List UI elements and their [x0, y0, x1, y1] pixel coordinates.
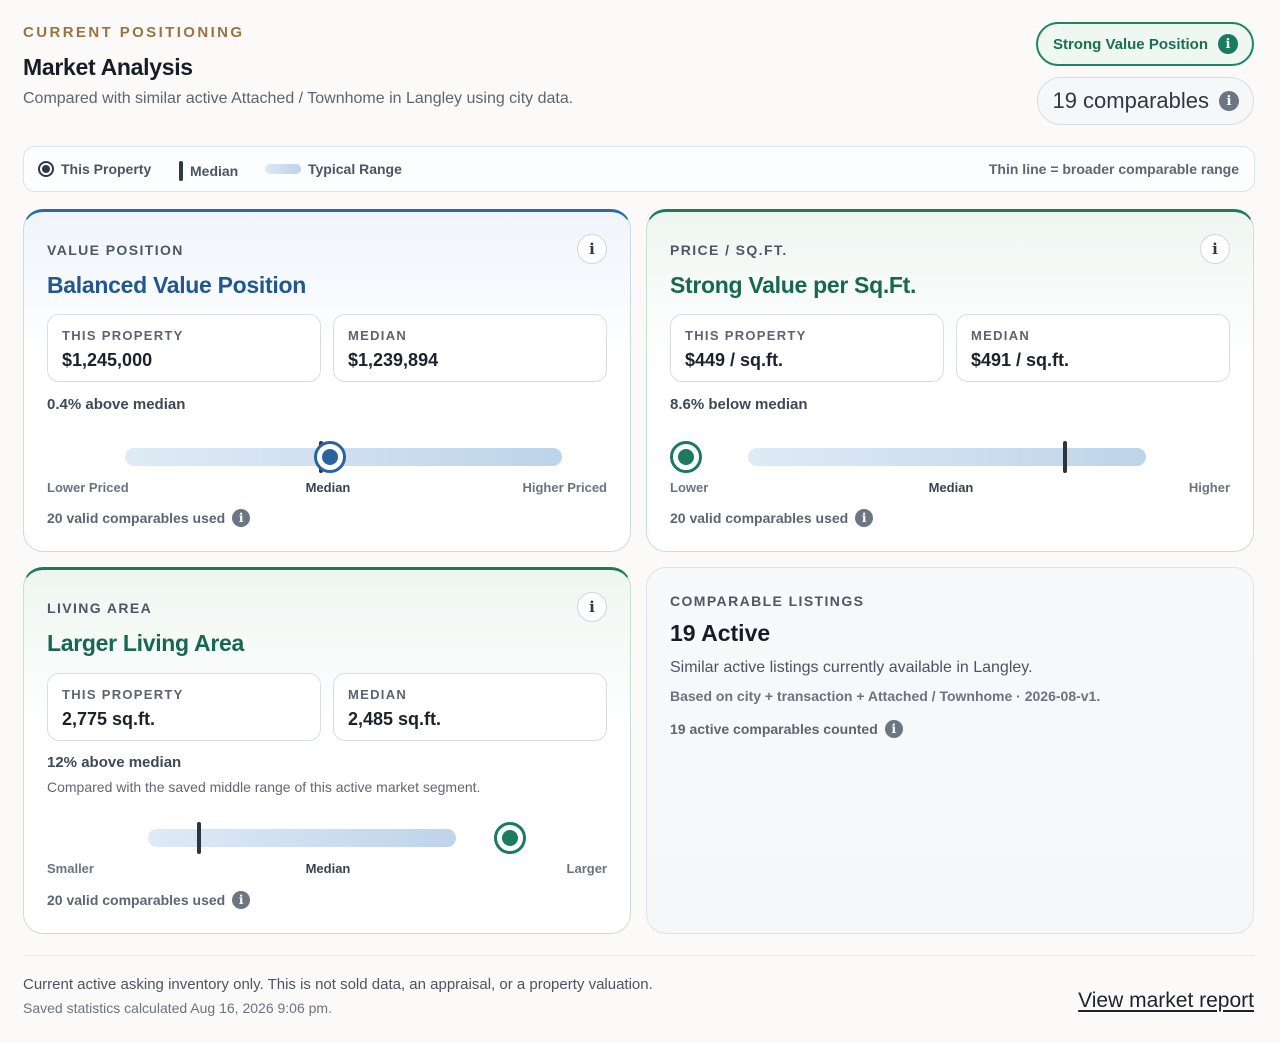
- legend-this-property: This Property: [38, 161, 151, 177]
- footer-calculated: Saved statistics calculated Aug 16, 2026…: [23, 1000, 332, 1016]
- this-property-stat: THIS PROPERTY $449 / sq.ft.: [670, 314, 944, 382]
- footer-divider: [23, 955, 1255, 956]
- card-label: VALUE POSITION: [47, 242, 184, 258]
- card-headline: Larger Living Area: [47, 630, 244, 656]
- info-icon[interactable]: i: [232, 891, 251, 909]
- comparables-used: 20 valid comparables used i: [670, 509, 874, 527]
- listings-meta: Based on city + transaction + Attached /…: [670, 688, 1101, 704]
- median-tick: [197, 822, 202, 854]
- this-property-marker: [493, 822, 526, 854]
- typical-range-bar: [147, 829, 456, 847]
- price-per-sqft-card: PRICE / SQ.FT. i Strong Value per Sq.Ft.…: [646, 209, 1254, 552]
- active-count: 19 Active: [670, 620, 771, 646]
- comparables-counted: 19 active comparables counted i: [670, 720, 903, 738]
- card-headline: Balanced Value Position: [47, 272, 306, 298]
- legend-note: Thin line = broader comparable range: [988, 161, 1239, 177]
- comparables-used: 20 valid comparables used i: [47, 891, 251, 909]
- comparables-count-badge[interactable]: 19 comparables i: [1037, 77, 1254, 125]
- this-property-stat: THIS PROPERTY $1,245,000: [47, 314, 321, 382]
- position-scale: [47, 437, 607, 477]
- property-marker-icon: [38, 161, 54, 177]
- median-stat: MEDIAN 2,485 sq.ft.: [333, 673, 607, 741]
- info-icon[interactable]: i: [1219, 91, 1239, 111]
- range-bar-icon: [265, 164, 301, 174]
- info-icon[interactable]: i: [577, 592, 607, 622]
- median-tick: [1063, 441, 1068, 473]
- this-property-stat: THIS PROPERTY 2,775 sq.ft.: [47, 673, 321, 741]
- page-subtitle: Compared with similar active Attached / …: [23, 90, 574, 107]
- page-title: Market Analysis: [23, 54, 193, 80]
- delta-text: 12% above median: [47, 754, 182, 771]
- median-tick-icon: [179, 161, 183, 181]
- delta-text: 0.4% above median: [47, 396, 186, 413]
- this-property-marker: [313, 441, 346, 473]
- median-stat: MEDIAN $1,239,894: [333, 314, 607, 382]
- legend-median: Median: [179, 161, 238, 181]
- delta-text: 8.6% below median: [670, 396, 808, 413]
- legend-typical-range: Typical Range: [265, 161, 402, 177]
- info-icon[interactable]: i: [1218, 34, 1238, 54]
- comparables-used: 20 valid comparables used i: [47, 509, 251, 527]
- info-icon[interactable]: i: [232, 509, 251, 527]
- info-icon[interactable]: i: [884, 720, 903, 738]
- card-label: PRICE / SQ.FT.: [670, 242, 788, 258]
- comparable-listings-card: COMPARABLE LISTINGS 19 Active Similar ac…: [646, 567, 1254, 934]
- scale-high-label: Larger: [566, 861, 607, 876]
- listings-description: Similar active listings currently availa…: [670, 659, 1033, 676]
- info-icon[interactable]: i: [577, 234, 607, 264]
- section-eyebrow: CURRENT POSITIONING: [23, 24, 245, 41]
- scale-mid-label: Median: [928, 480, 974, 495]
- card-label: LIVING AREA: [47, 600, 153, 616]
- strong-value-badge[interactable]: Strong Value Position i: [1035, 22, 1254, 66]
- typical-range-bar: [748, 448, 1146, 466]
- strong-value-badge-label: Strong Value Position: [1052, 35, 1208, 53]
- value-position-card: VALUE POSITION i Balanced Value Position…: [23, 209, 631, 552]
- delta-note: Compared with the saved middle range of …: [47, 779, 481, 795]
- scale-high-label: Higher: [1188, 480, 1230, 495]
- view-market-report-link[interactable]: View market report: [1078, 989, 1254, 1013]
- position-scale: [47, 818, 607, 858]
- card-headline: Strong Value per Sq.Ft.: [670, 272, 917, 298]
- comparables-count-label: 19 comparables: [1052, 88, 1209, 113]
- card-label: COMPARABLE LISTINGS: [670, 593, 865, 609]
- info-icon[interactable]: i: [1200, 234, 1230, 264]
- this-property-marker: [670, 441, 702, 473]
- scale-high-label: Higher Priced: [522, 480, 607, 495]
- scale-mid-label: Median: [305, 861, 351, 876]
- median-stat: MEDIAN $491 / sq.ft.: [956, 314, 1230, 382]
- chart-legend: This Property Median Typical Range Thin …: [23, 146, 1255, 192]
- position-scale: [670, 437, 1230, 477]
- living-area-card: LIVING AREA i Larger Living Area THIS PR…: [23, 567, 631, 934]
- info-icon[interactable]: i: [855, 509, 874, 527]
- footer-disclaimer: Current active asking inventory only. Th…: [23, 976, 653, 993]
